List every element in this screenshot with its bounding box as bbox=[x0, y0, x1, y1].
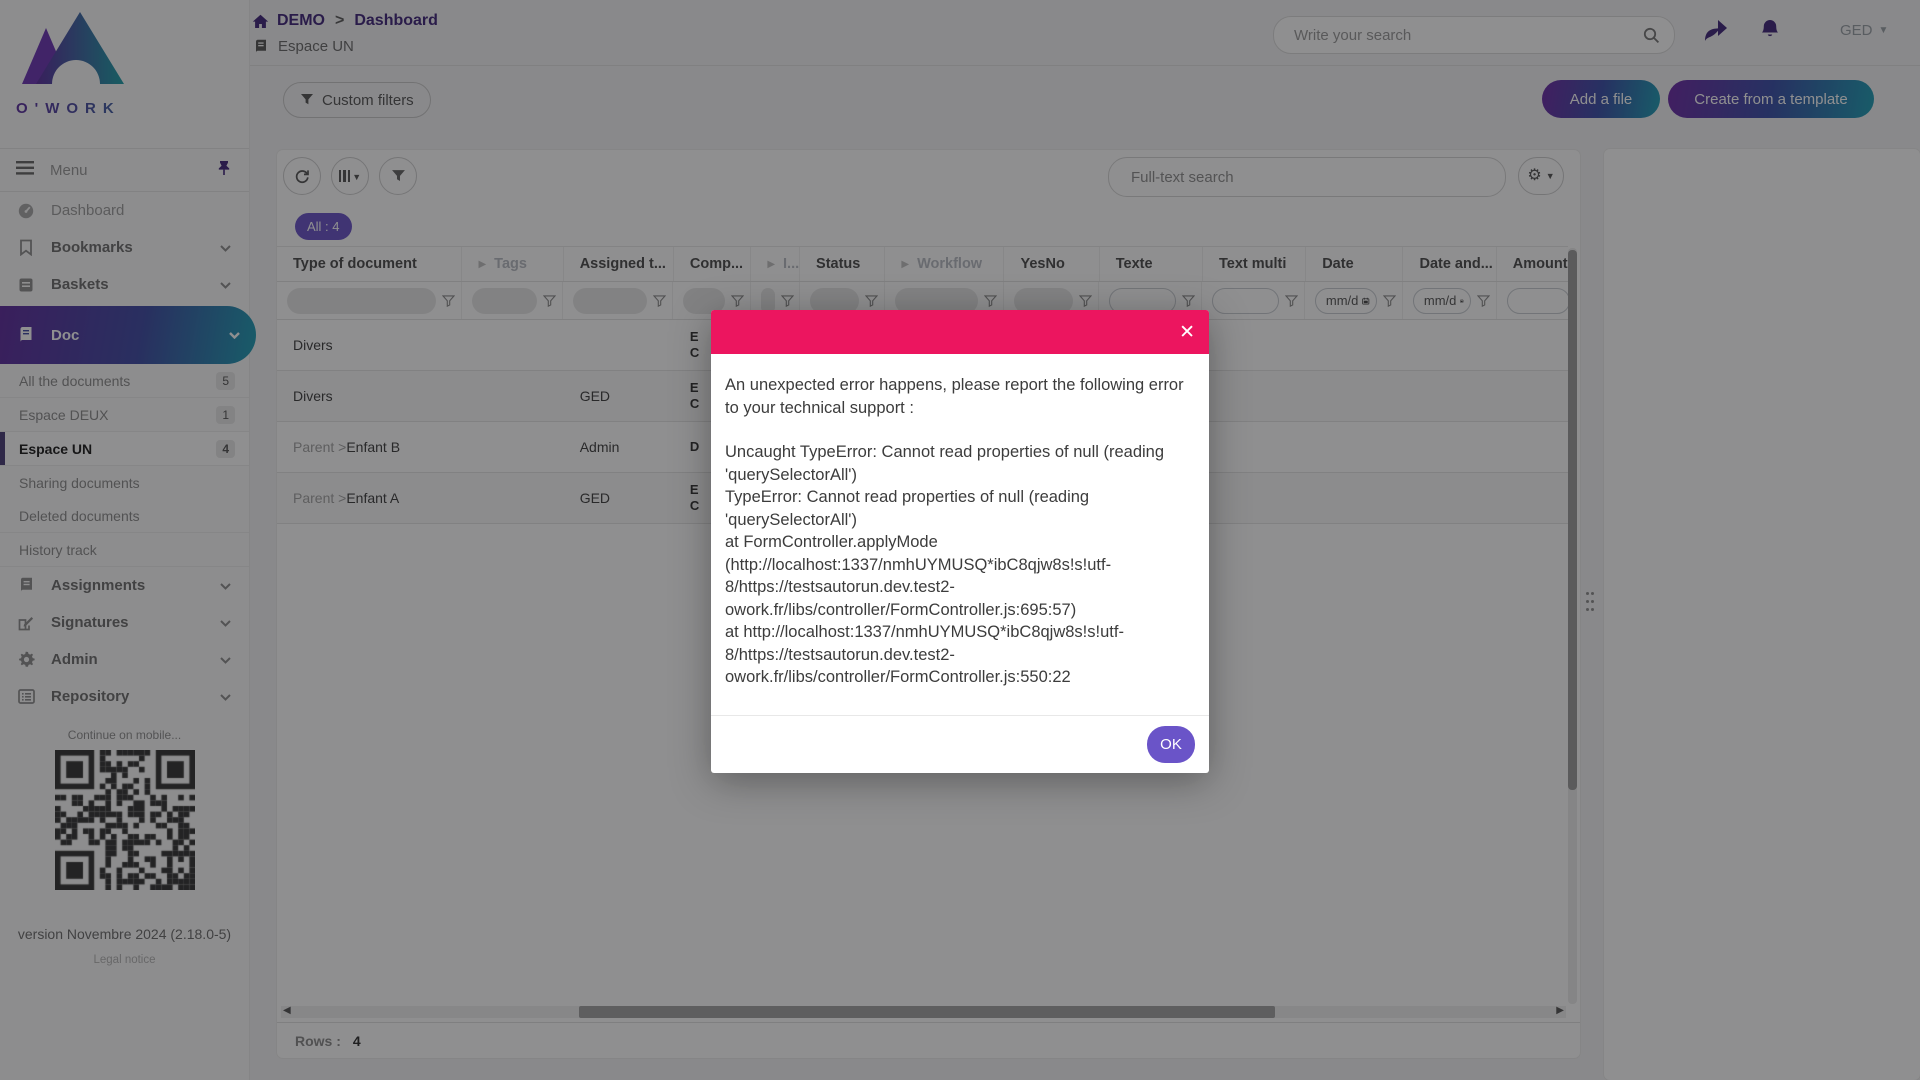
error-details: Uncaught TypeError: Cannot read properti… bbox=[725, 441, 1195, 689]
error-line: at FormController.applyMode (http://loca… bbox=[725, 531, 1195, 621]
error-modal-body: An unexpected error happens, please repo… bbox=[711, 354, 1209, 715]
close-icon[interactable]: ✕ bbox=[1179, 323, 1195, 342]
error-line: Uncaught TypeError: Cannot read properti… bbox=[725, 441, 1195, 486]
error-modal-header: ✕ bbox=[711, 310, 1209, 354]
error-line: at http://localhost:1337/nmhUYMUSQ*ibC8q… bbox=[725, 621, 1195, 689]
error-intro-text: An unexpected error happens, please repo… bbox=[725, 374, 1195, 419]
ok-button[interactable]: OK bbox=[1147, 726, 1195, 763]
error-line: TypeError: Cannot read properties of nul… bbox=[725, 486, 1195, 531]
error-modal: ✕ An unexpected error happens, please re… bbox=[711, 310, 1209, 773]
error-modal-footer: OK bbox=[711, 715, 1209, 773]
